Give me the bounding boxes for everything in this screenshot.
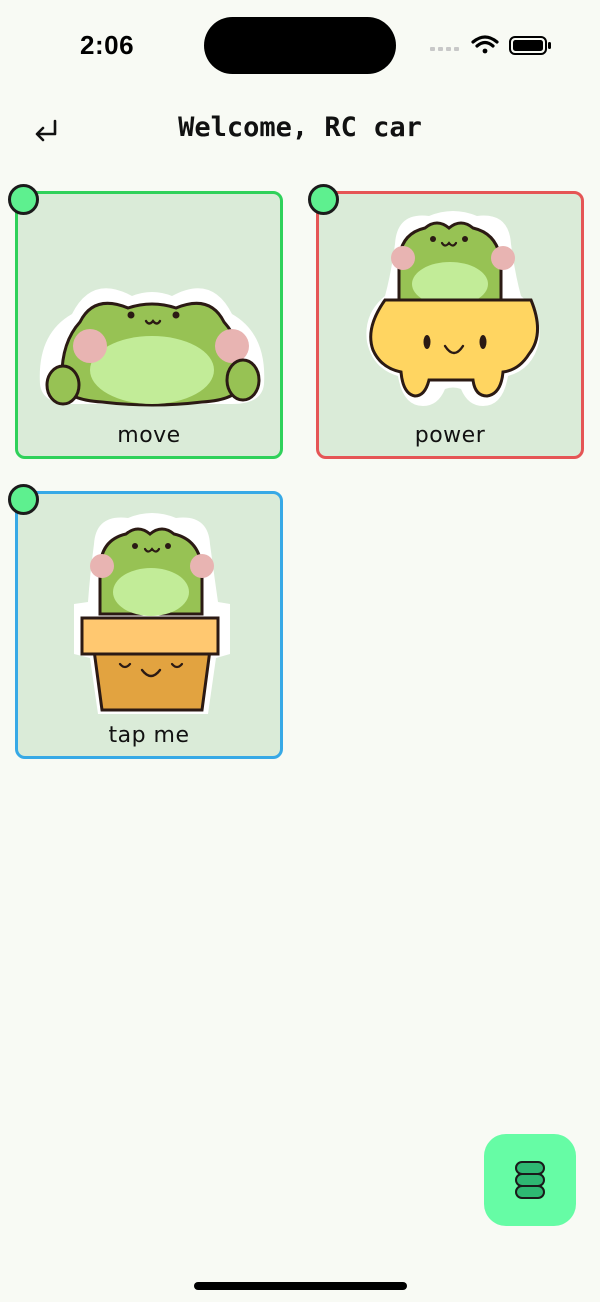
cellular-signal-icon: [430, 47, 459, 51]
battery-icon: [509, 36, 551, 55]
status-dot: [8, 184, 39, 215]
card-label: power: [414, 423, 486, 448]
fab-button[interactable]: [484, 1134, 576, 1226]
dynamic-island: [204, 17, 396, 74]
status-icons: [430, 35, 551, 55]
frog-sticker-image: [39, 288, 265, 407]
card-label: tap me: [108, 723, 190, 748]
wifi-icon: [471, 35, 499, 54]
card-tap-me[interactable]: tap me: [15, 491, 283, 759]
stack-icon: [515, 1161, 545, 1199]
card-power[interactable]: power: [316, 191, 584, 459]
status-dot: [308, 184, 339, 215]
card-move[interactable]: move: [15, 191, 283, 459]
card-label: move: [117, 423, 181, 448]
page-title: Welcome, RC car: [178, 112, 422, 143]
home-indicator: [194, 1282, 407, 1290]
status-time: 2:06: [80, 30, 135, 60]
frog-in-yellow-pot-image: [366, 211, 540, 406]
status-dot: [8, 484, 39, 515]
frog-in-orange-pot-image: [74, 513, 230, 714]
